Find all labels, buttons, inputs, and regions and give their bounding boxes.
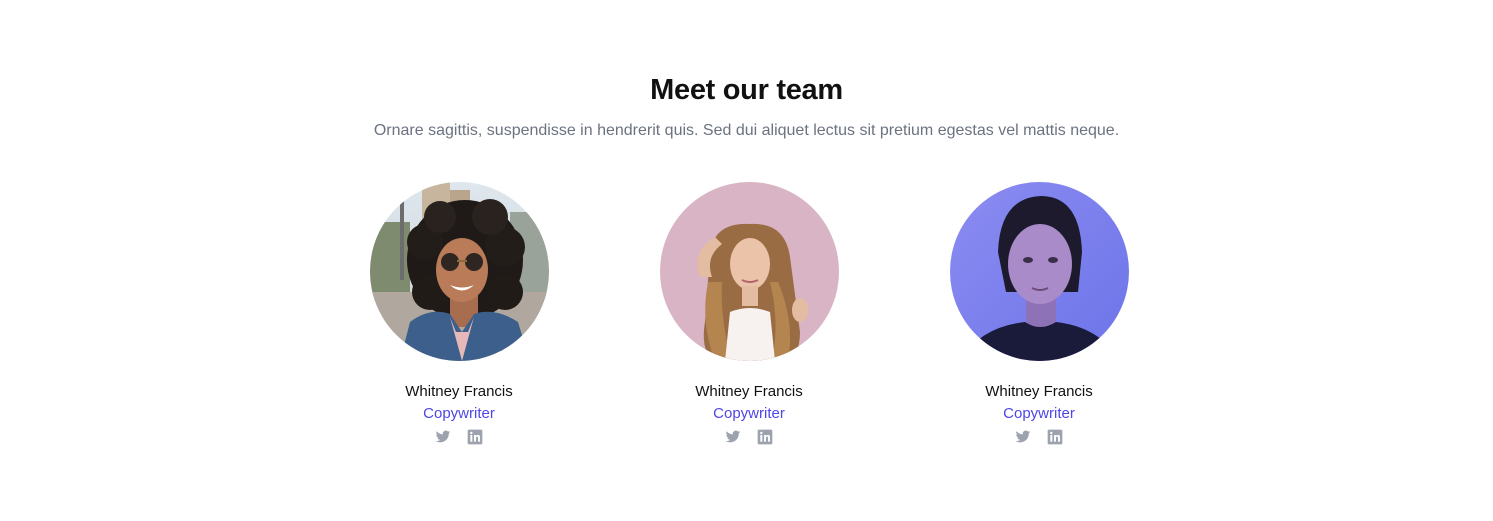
team-member-card: Whitney Francis Copywriter	[369, 182, 549, 445]
member-role: Copywriter	[1003, 405, 1075, 422]
twitter-icon[interactable]	[725, 429, 741, 445]
member-role: Copywriter	[713, 405, 785, 422]
twitter-icon[interactable]	[1015, 429, 1031, 445]
linkedin-icon[interactable]	[757, 429, 773, 445]
social-links	[369, 429, 549, 445]
social-links	[659, 429, 839, 445]
section-subtitle: Ornare sagittis, suspendisse in hendreri…	[373, 122, 1120, 139]
linkedin-icon[interactable]	[467, 429, 483, 445]
linkedin-icon[interactable]	[1047, 429, 1063, 445]
member-name: Whitney Francis	[695, 383, 803, 400]
member-name: Whitney Francis	[405, 383, 513, 400]
member-photo	[369, 182, 549, 361]
member-name: Whitney Francis	[985, 383, 1093, 400]
member-photo	[949, 182, 1129, 361]
twitter-icon[interactable]	[435, 429, 451, 445]
social-links	[949, 429, 1129, 445]
team-section: Meet our team Ornare sagittis, suspendis…	[0, 0, 1493, 521]
section-title: Meet our team	[650, 74, 843, 106]
member-role: Copywriter	[423, 405, 495, 422]
member-photo	[659, 182, 839, 361]
team-member-card: Whitney Francis Copywriter	[659, 182, 839, 445]
team-member-card: Whitney Francis Copywriter	[949, 182, 1129, 445]
team-member-list: Whitney Francis Copywriter Whitney Franc…	[369, 182, 1129, 452]
